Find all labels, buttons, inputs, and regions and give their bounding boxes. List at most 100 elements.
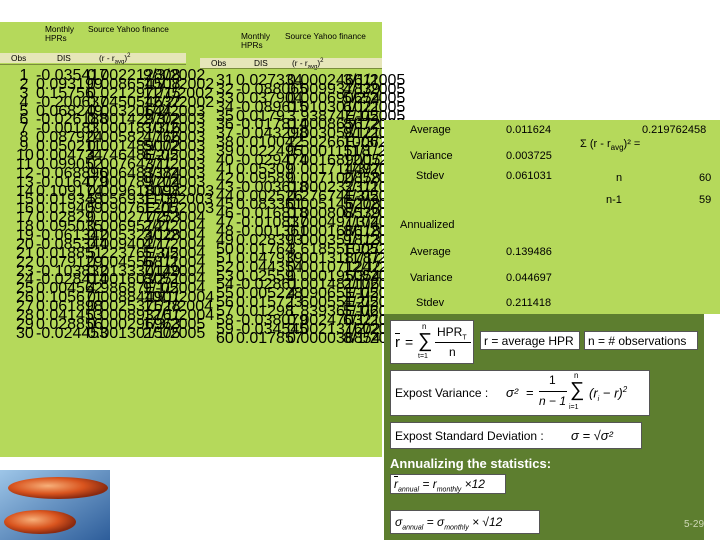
left-table-row: 10 0.004734 4.74648E-05 6/2/2003 xyxy=(0,147,205,164)
expost-variance-label: Expost Variance : xyxy=(395,386,489,400)
left-rows: 1 -0.035417 0.002212808 9/3/2002 2 0.093199 0.… xyxy=(0,67,215,342)
sum-value: 0.219762458 xyxy=(642,124,707,136)
sum-label: Σ (r - ravg)² = xyxy=(580,138,641,153)
left-table-row: 17 0.02829 0.000277753 1/2/2004 xyxy=(0,209,205,226)
left-table-title: Monthly HPRs xyxy=(45,25,74,43)
right-table-row: 55 0.005228 4.09065E-05 3/1/2007 xyxy=(200,285,405,302)
page-number: 5-29 xyxy=(684,519,705,530)
deviation-cell: 0.000038854 xyxy=(287,329,381,347)
right-table-row: 34 -0.089615 0.010301021 6/1/2005 xyxy=(200,99,405,116)
right-table-row: 41 0.05309 0.001714497 1/3/2006 xyxy=(200,161,405,178)
average-label: Average xyxy=(410,124,451,136)
right-table-row: 52 0.044354 0.001071242 12/1/2006 xyxy=(200,259,414,276)
annualizing-title: Annualizing the statistics: xyxy=(390,456,552,471)
left-header-rule xyxy=(0,64,186,65)
left-col-obs: Obs xyxy=(11,53,27,63)
left-table-row: 4 -0.200637 0.045054632 12/2/2002 xyxy=(0,94,215,111)
right-table-row: 35 0.0179 3.93874E-05 7/1/2005 xyxy=(200,108,405,125)
right-table-row: 38 0.010042 2.50266E-06 10/3/2005 xyxy=(200,134,414,151)
left-table-row: 3 0.15756 0.021297275 11/1/2002 xyxy=(0,85,213,102)
variance-body: (ri − r)2 xyxy=(589,385,628,403)
n-definition: n = # observations xyxy=(584,331,698,350)
obs-cell: 30 xyxy=(16,324,34,342)
mean-sum-sign: ∑ xyxy=(418,330,433,352)
ann-average-label: Average xyxy=(410,246,451,258)
left-table-row: 11 0.099052 0.00764371 7/1/2003 xyxy=(0,156,205,173)
expost-sd-label: Expost Standard Deviation : xyxy=(395,429,544,443)
right-header-rule xyxy=(200,68,382,69)
annual-sd-formula: σannual = σmonthly × √12 xyxy=(390,510,540,534)
date-cell: 8/1/2007 xyxy=(343,329,406,347)
right-table-row: 37 -0.043298 0.003058121 9/1/2005 xyxy=(200,125,405,142)
left-table-row: 6 -0.026188 0.001429702 2/3/2003 xyxy=(0,111,206,128)
ann-variance-label: Variance xyxy=(410,272,453,284)
left-table-row: 28 0.041453 0.000893761 12/1/2004 xyxy=(0,307,214,324)
sd-formula: σ = √σ² xyxy=(571,428,613,443)
n-minus-1-value: 59 xyxy=(699,194,712,206)
mean-fraction-bar xyxy=(435,342,471,343)
variance-fraction-bar xyxy=(539,391,567,392)
avg-definition: r = average HPR xyxy=(480,331,580,350)
left-table-row: 26 0.105671 0.008844901 10/1/2004 xyxy=(0,289,214,306)
left-table-row: 27 0.061898 0.002537528 11/1/2004 xyxy=(0,298,213,315)
left-table-row: 12 -0.068896 0.006483384 8/1/2003 xyxy=(0,165,205,182)
variance-eq: = xyxy=(526,385,534,400)
right-table-row: 43 -0.003618 0.000232311 3/1/2006 xyxy=(200,179,405,196)
annual-sd-text: σannual = σmonthly × √12 xyxy=(395,515,503,532)
return-cell: 0.017857 xyxy=(236,329,303,347)
lily-pad-bottom xyxy=(4,510,76,534)
right-table-row: 54 -0.02861 0.001481106 2/1/2007 xyxy=(200,276,405,293)
right-table-title: Monthly HPRs xyxy=(241,32,270,50)
right-table-row: 40 -0.029474 0.001689005 12/1/2005 xyxy=(200,152,414,169)
n-minus-1-label: n-1 xyxy=(606,194,622,206)
n-value: 60 xyxy=(699,172,712,184)
right-table-row: 57 0.01298 1.83936E-06 5/1/2007 xyxy=(200,303,405,320)
right-table-row: 44 0.002526 0.27674E-05 4/3/2006 xyxy=(200,188,405,205)
mean-denominator: n xyxy=(449,345,456,359)
left-table-row: 18 0.095035 0.00695741 2/2/2004 xyxy=(0,218,205,235)
ann-variance-value: 0.044697 xyxy=(506,272,552,284)
stdev-label: Stdev xyxy=(416,170,445,182)
left-table-row: 9 0.050211 0.001489002 5/1/2003 xyxy=(0,138,206,155)
right-table-row: 59 -0.034545 0.002131602 7/2/2007 xyxy=(200,321,405,338)
left-table-row: 21 0.018851 5.22376E-05 5/3/2004 xyxy=(0,245,205,262)
right-table-source: Source Yahoo finance xyxy=(285,31,366,41)
left-table-row: 25 0.004562 4.98687E-05 9/1/2004 xyxy=(0,280,205,297)
mean-numerator: HPRT xyxy=(437,325,467,342)
left-table-row: 19 -0.061342 0.005324028 3/1/2004 xyxy=(0,227,205,244)
right-table-row: 45 0.083361 0.005146208 5/1/2006 xyxy=(200,196,405,213)
variance-sum-bottom: i=1 xyxy=(569,404,579,411)
left-header-band xyxy=(0,53,186,63)
n-label: n xyxy=(616,172,623,184)
spreadsheet-panel: Monthly HPRs Source Yahoo finance Obs DI… xyxy=(0,22,414,457)
deviation-cell: 0.001301505 xyxy=(87,324,181,342)
lily-pad-top xyxy=(8,477,108,499)
mean-sum-bottom: t=1 xyxy=(418,353,428,360)
ann-stdev-value: 0.211418 xyxy=(506,297,552,309)
return-cell: -0.024453 xyxy=(36,324,109,342)
right-table-row: 42 0.09589 0.007100858 2/1/2006 xyxy=(200,170,405,187)
variance-formula: Expost Variance : σ² = 1 n − 1 n ∑ i=1 (… xyxy=(390,370,650,416)
right-title-line-2: HPRs xyxy=(241,40,263,50)
right-table-row: 48 -0.001361 0.000168618 8/1/2006 xyxy=(200,223,405,240)
right-table-row: 56 0.015723 1.60055E-05 4/2/2007 xyxy=(200,294,405,311)
right-table-row: 51 0.047939 0.001318787 11/1/2006 xyxy=(200,250,413,267)
decorative-lily-pads-image xyxy=(0,470,110,540)
ann-average-value: 0.139486 xyxy=(506,246,552,258)
left-table-row: 14 0.109174 0.009618098 10/1/2003 xyxy=(0,183,214,200)
left-table-row: 5 0.068249 0.00320644 1/2/2003 xyxy=(0,103,206,120)
stdev-value: 0.061031 xyxy=(506,170,552,182)
average-value: 0.011624 xyxy=(506,124,552,136)
left-col-dev: (r - ravg)2 xyxy=(99,52,131,66)
variance-n-minus-1: n − 1 xyxy=(539,394,567,408)
left-table-row: 20 -0.085344 0.00940277 4/1/2004 xyxy=(0,236,205,253)
right-col-dis: DIS xyxy=(254,58,268,68)
left-table-row: 29 0.028856 0.000296963 1/3/2005 xyxy=(0,316,205,333)
left-table-row: 1 -0.035417 0.002212808 9/3/2002 xyxy=(0,67,206,84)
variance-label: Variance xyxy=(410,150,453,162)
mean-formula: r = n ∑ t=1 HPRT n xyxy=(390,320,474,364)
left-title-line-2: HPRs xyxy=(45,33,67,43)
right-table-row: 33 0.037904 0.000690654 5/2/2005 xyxy=(200,90,405,107)
stdev-formula: Expost Standard Deviation : σ = √σ² xyxy=(390,422,642,449)
left-table-row: 30 -0.024453 0.001301505 2/1/2005 xyxy=(0,325,205,342)
